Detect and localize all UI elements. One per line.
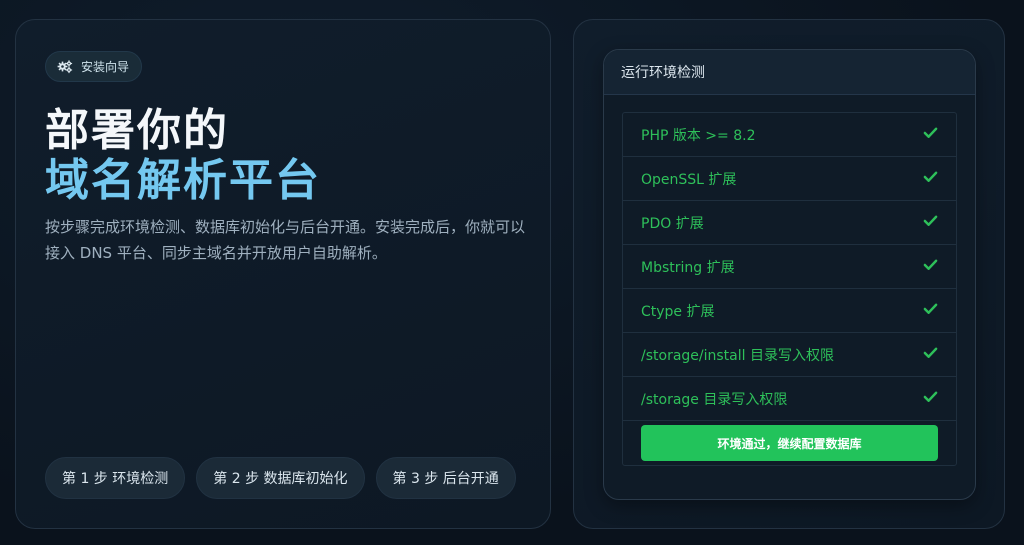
step-3-pill: 第 3 步 后台开通 [375,457,516,499]
step-2-pill: 第 2 步 数据库初始化 [196,457,365,499]
install-wizard-page: 安装向导 部署你的 域名解析平台 按步骤完成环境检测、数据库初始化与后台开通。安… [0,0,1024,545]
action-row: 环境通过，继续配置数据库 [623,421,956,465]
gears-icon [57,59,73,74]
checkmark-icon [923,213,938,232]
check-row-pdo: PDO 扩展 [623,201,956,245]
checkmark-icon [923,257,938,276]
check-label: /storage 目录写入权限 [641,391,788,408]
check-row-php: PHP 版本 >= 8.2 [623,113,956,157]
check-row-storage-install: /storage/install 目录写入权限 [623,333,956,377]
check-row-ctype: Ctype 扩展 [623,289,956,333]
check-label: PDO 扩展 [641,215,704,232]
check-row-openssl: OpenSSL 扩展 [623,157,956,201]
check-label: PHP 版本 >= 8.2 [641,127,756,144]
checkmark-icon [923,389,938,408]
check-row-mbstring: Mbstring 扩展 [623,245,956,289]
check-label: /storage/install 目录写入权限 [641,347,834,364]
environment-check-card: 运行环境检测 PHP 版本 >= 8.2 OpenSSL 扩展 PDO 扩展 M… [603,49,976,500]
intro-description: 按步骤完成环境检测、数据库初始化与后台开通。安装完成后，你就可以接入 DNS 平… [45,218,526,262]
check-label: Ctype 扩展 [641,303,715,320]
check-label: Mbstring 扩展 [641,259,735,276]
check-row-storage: /storage 目录写入权限 [623,377,956,421]
wizard-badge: 安装向导 [45,51,143,82]
checkmark-icon [923,125,938,144]
checkmark-icon [923,301,938,320]
continue-to-database-button[interactable]: 环境通过，继续配置数据库 [641,425,938,461]
badge-label: 安装向导 [81,60,130,74]
checkmark-icon [923,345,938,364]
hero-title-line1: 部署你的 [45,105,229,156]
hero-title-line2: 域名解析平台 [45,155,321,206]
intro-panel: 安装向导 部署你的 域名解析平台 按步骤完成环境检测、数据库初始化与后台开通。安… [15,19,551,529]
checkmark-icon [923,169,938,188]
step-1-pill: 第 1 步 环境检测 [45,457,186,499]
check-panel: 运行环境检测 PHP 版本 >= 8.2 OpenSSL 扩展 PDO 扩展 M… [573,19,1005,529]
check-card-title: 运行环境检测 [604,50,975,95]
step-list: 第 1 步 环境检测 第 2 步 数据库初始化 第 3 步 后台开通 [45,457,516,499]
check-label: OpenSSL 扩展 [641,171,737,188]
check-list: PHP 版本 >= 8.2 OpenSSL 扩展 PDO 扩展 Mbstring… [622,112,957,466]
